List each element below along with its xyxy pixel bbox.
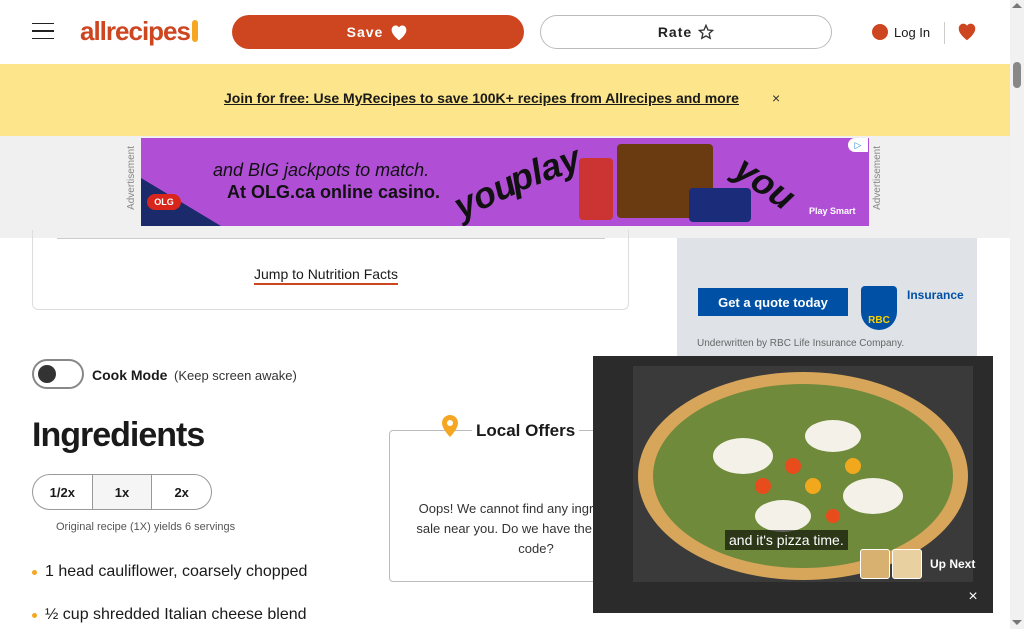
hamburger-menu-icon[interactable] [32,20,54,42]
ad-label-left: Advertisement [126,146,137,210]
ingredient-item[interactable]: 1 head cauliflower, coarsely chopped [32,563,307,581]
get-quote-button[interactable]: Get a quote today [698,288,848,316]
olg-advertisement[interactable]: OLG and BIG jackpots to match. At OLG.ca… [141,138,869,226]
video-caption: and it's pizza time. [725,530,848,550]
servings-scale-selector: 1/2x 1x 2x [32,474,212,510]
save-label: Save [346,24,384,40]
up-next-label[interactable]: Up Next [930,557,975,571]
logo-text: allrecipes [80,15,191,46]
rate-label: Rate [657,24,693,40]
join-myrecipes-link[interactable]: Join for free: Use MyRecipes to save 100… [224,90,739,106]
pizza-video-frame [633,366,973,586]
bullet-icon [32,612,37,618]
saved-heart-icon[interactable] [956,20,978,42]
game-thumbnail-1 [579,158,613,220]
rbc-logo: RBC [861,286,897,330]
rbc-advertisement[interactable]: Get a quote today RBC Insurance Underwri… [677,238,977,356]
scrollbar-thumb[interactable] [1013,62,1021,88]
scroll-down-icon[interactable] [1012,620,1022,625]
olg-logo: OLG [147,194,181,210]
star-icon [698,24,715,40]
underwritten-text: Underwritten by RBC Life Insurance Compa… [697,338,905,349]
video-player[interactable] [593,356,993,613]
local-offers-title: Local Offers [472,421,580,441]
original-yield-note: Original recipe (1X) yields 6 servings [56,521,236,533]
scroll-up-icon[interactable] [1012,3,1022,8]
scale-half-button[interactable]: 1/2x [33,475,93,509]
ad-choices-icon[interactable]: ▷ [848,138,868,152]
header-divider [944,22,945,44]
ad-word-2: play [503,138,586,201]
user-icon [872,24,888,40]
heart-icon [391,25,407,41]
cook-mode-toggle[interactable] [32,359,84,389]
ad-line-1: and BIG jackpots to match. [213,160,430,180]
site-header: allrecipes Save Rate Log In [0,0,1024,64]
up-next-thumbnail-1[interactable] [860,549,890,579]
ingredient-item[interactable]: ½ cup shredded Italian cheese blend [32,606,307,624]
page-scrollbar[interactable] [1010,0,1024,629]
cook-mode-label: Cook Mode [92,367,168,383]
up-next-thumbnail-2[interactable] [892,549,922,579]
insurance-label: Insurance [907,288,964,302]
bullet-icon [32,569,37,575]
ingredients-heading: Ingredients [32,416,205,454]
jump-to-nutrition-link[interactable]: Jump to Nutrition Facts [254,266,398,285]
login-label: Log In [894,24,931,40]
cook-mode-sublabel[interactable]: (Keep screen awake) [174,368,297,383]
ad-line-2: At OLG.ca online casino. [227,182,441,202]
ingredient-text: ½ cup shredded Italian cheese blend [45,606,307,623]
scale-2x-button[interactable]: 2x [152,475,211,509]
login-link[interactable]: Log In [872,20,930,44]
ad-label-right: Advertisement [872,146,883,210]
rate-button[interactable]: Rate [540,15,832,49]
save-button[interactable]: Save [232,15,524,49]
banner-close-icon[interactable]: × [772,90,786,108]
game-thumbnail-3 [689,188,751,222]
scale-1x-button[interactable]: 1x [92,475,153,509]
site-logo[interactable]: allrecipes [80,14,198,48]
location-pin-icon [442,415,458,437]
video-close-icon[interactable]: × [962,586,984,608]
ingredient-text: 1 head cauliflower, coarsely chopped [45,563,308,580]
play-smart-label: Play Smart [809,206,856,216]
